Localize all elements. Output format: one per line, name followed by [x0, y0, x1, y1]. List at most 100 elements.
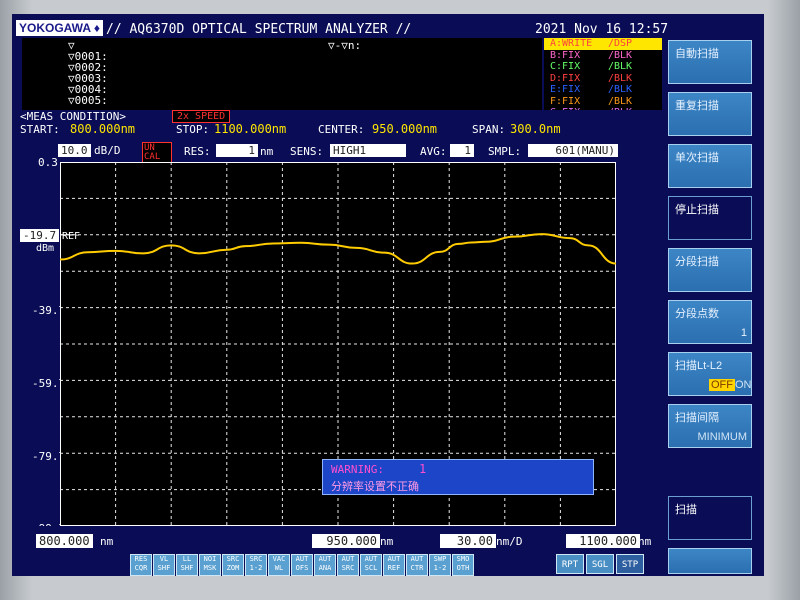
sens-value[interactable]: HIGH1: [330, 144, 406, 157]
trace-status-row[interactable]: C:FIX/BLK: [544, 61, 662, 73]
trace-state: /DSP: [608, 38, 633, 49]
y-top-label: 0.3: [38, 156, 58, 169]
avg-label: AVG:: [420, 145, 447, 158]
function-key[interactable]: VL SHF: [153, 554, 175, 576]
scale-value[interactable]: 10.0: [58, 144, 91, 157]
toggle-off: OFF: [709, 379, 735, 391]
datetime: 2021 Nov 16 12:57: [535, 22, 669, 37]
trace-status-list: A:WRITE/DSP B:FIX/BLK C:FIX/BLK D:FIX/BLK E:…: [544, 38, 662, 118]
function-key[interactable]: AUT SCL: [360, 554, 382, 576]
trace-name: F:FIX: [550, 95, 581, 107]
softkey-single-sweep[interactable]: 单次扫描: [668, 144, 752, 188]
trace-state: /BLK: [608, 72, 633, 84]
warning-title: WARNING:: [331, 463, 384, 476]
trace-state: /BLK: [608, 49, 633, 61]
softkey-label: 扫描Lt-L2: [675, 360, 723, 372]
function-key[interactable]: RES CQR: [130, 554, 152, 576]
trace-name: D:FIX: [550, 72, 581, 84]
x-stop-value: 1100.000: [566, 534, 640, 548]
trace-status-row[interactable]: E:FIX/BLK: [544, 84, 662, 96]
softkey-auto-sweep[interactable]: 自動扫描: [668, 40, 752, 84]
x-center-unit: nm: [380, 535, 394, 548]
function-key[interactable]: SWP 1-2: [429, 554, 451, 576]
center-value: 950.000nm: [372, 122, 438, 136]
softkey-label: 重复扫描: [675, 100, 719, 112]
trace-name: E:FIX: [550, 84, 581, 95]
trace-status-row[interactable]: B:FIX/BLK: [544, 50, 662, 62]
res-value[interactable]: 1: [216, 144, 258, 157]
warning-code: 1: [419, 462, 427, 476]
center-label: CENTER:: [318, 123, 365, 136]
softkey-sweep-interval[interactable]: 扫描间隔 MINIMUM: [668, 404, 752, 448]
segment-points-value: 1: [740, 327, 747, 339]
function-key[interactable]: AUT REF: [383, 554, 405, 576]
smpl-value[interactable]: 601(MANU): [528, 144, 618, 157]
trace-name: A:WRITE: [550, 38, 593, 49]
stop-label: STOP:: [176, 123, 210, 136]
function-key[interactable]: AUT SRC: [337, 554, 359, 576]
brand-logo: YOKOGAWA ♦: [16, 20, 104, 36]
start-label: START:: [20, 123, 60, 136]
smpl-label: SMPL:: [488, 145, 522, 158]
x-per-div-value: 30.00: [440, 534, 496, 548]
x-center-value: 950.000: [312, 534, 380, 548]
y-ref-unit: dBm: [36, 243, 55, 254]
start-value: 800.000nm: [70, 122, 136, 136]
softkey-repeat-sweep[interactable]: 重复扫描: [668, 92, 752, 136]
function-key[interactable]: SRC ZOM: [222, 554, 244, 576]
warning-dialog: WARNING: 1 分辨率设置不正确: [322, 459, 594, 495]
delta-marker-header: ▽-▽n:: [328, 39, 362, 52]
sweep-mode-key[interactable]: SGL: [586, 554, 614, 574]
function-key[interactable]: VAC WL: [268, 554, 290, 576]
trace-name: B:FIX: [550, 49, 581, 61]
interval-value: MINIMUM: [697, 431, 748, 443]
trace-status-row[interactable]: D:FIX/BLK: [544, 73, 662, 85]
softkey-panel: 自動扫描 重复扫描 单次扫描 停止扫描 分段扫描 分段点数 1 扫描Lt-L2 …: [666, 38, 756, 576]
function-key[interactable]: AUT ANA: [314, 554, 336, 576]
softkey-sweep-menu[interactable]: 扫描: [668, 496, 752, 540]
softkey-segment-points[interactable]: 分段点数 1: [668, 300, 752, 344]
x-start-value: 800.000: [36, 534, 93, 548]
trace-name: C:FIX: [550, 61, 581, 72]
softkey-label: 分段点数: [675, 308, 719, 320]
sens-label: SENS:: [290, 145, 324, 158]
res-unit: nm: [260, 145, 274, 158]
marker-row: ▽0005:: [68, 94, 108, 107]
y-ref-value: -19.7: [20, 229, 60, 242]
toggle-on: ON: [735, 379, 752, 391]
softkey-blank[interactable]: [668, 548, 752, 574]
function-key[interactable]: AUT OFS: [291, 554, 313, 576]
title-bar: YOKOGAWA ♦ // AQ6370D OPTICAL SPECTRUM A…: [12, 14, 764, 38]
warning-message: 分辨率设置不正确: [331, 480, 419, 493]
softkey-label: 扫描: [675, 504, 697, 516]
x-stop-unit: nm: [638, 535, 652, 548]
uncal-badge: UN CAL: [142, 142, 172, 164]
softkey-label: 分段扫描: [675, 256, 719, 268]
sweep-mode-key[interactable]: STP: [616, 554, 644, 574]
trace-state: /BLK: [608, 61, 633, 72]
softkey-label: 自動扫描: [675, 48, 719, 60]
function-key[interactable]: SRC 1-2: [245, 554, 267, 576]
softkey-label: 停止扫描: [675, 204, 719, 216]
x-per-div-unit: nm/D: [496, 535, 523, 548]
softkey-sweep-range-toggle[interactable]: 扫描Lt-L2 OFF ON: [668, 352, 752, 396]
ref-label: REF: [62, 231, 81, 242]
function-key[interactable]: LL SHF: [176, 554, 198, 576]
stop-value: 1100.000nm: [214, 122, 287, 136]
softkey-segment-sweep[interactable]: 分段扫描: [668, 248, 752, 292]
trace-state: /BLK: [608, 95, 633, 107]
function-key[interactable]: AUT CTR: [406, 554, 428, 576]
softkey-label: 单次扫描: [675, 152, 719, 164]
trace-status-row[interactable]: F:FIX/BLK: [544, 96, 662, 108]
trace-status-row[interactable]: A:WRITE/DSP: [544, 38, 662, 50]
function-key[interactable]: NOI MSK: [199, 554, 221, 576]
marker-list: ▽ ▽-▽n: ▽0001: ▽0002: ▽0003: ▽0004: ▽000…: [22, 38, 542, 110]
model-title: // AQ6370D OPTICAL SPECTRUM ANALYZER //: [106, 22, 412, 37]
function-key[interactable]: SMO OTH: [452, 554, 474, 576]
span-value: 300.0nm: [510, 122, 561, 136]
avg-value[interactable]: 1: [450, 144, 474, 157]
measurement-condition: <MEAS CONDITION> 2x SPEED START: 800.000…: [12, 110, 662, 136]
scale-unit: dB/D: [94, 144, 121, 157]
softkey-stop-sweep[interactable]: 停止扫描: [668, 196, 752, 240]
sweep-mode-key[interactable]: RPT: [556, 554, 584, 574]
